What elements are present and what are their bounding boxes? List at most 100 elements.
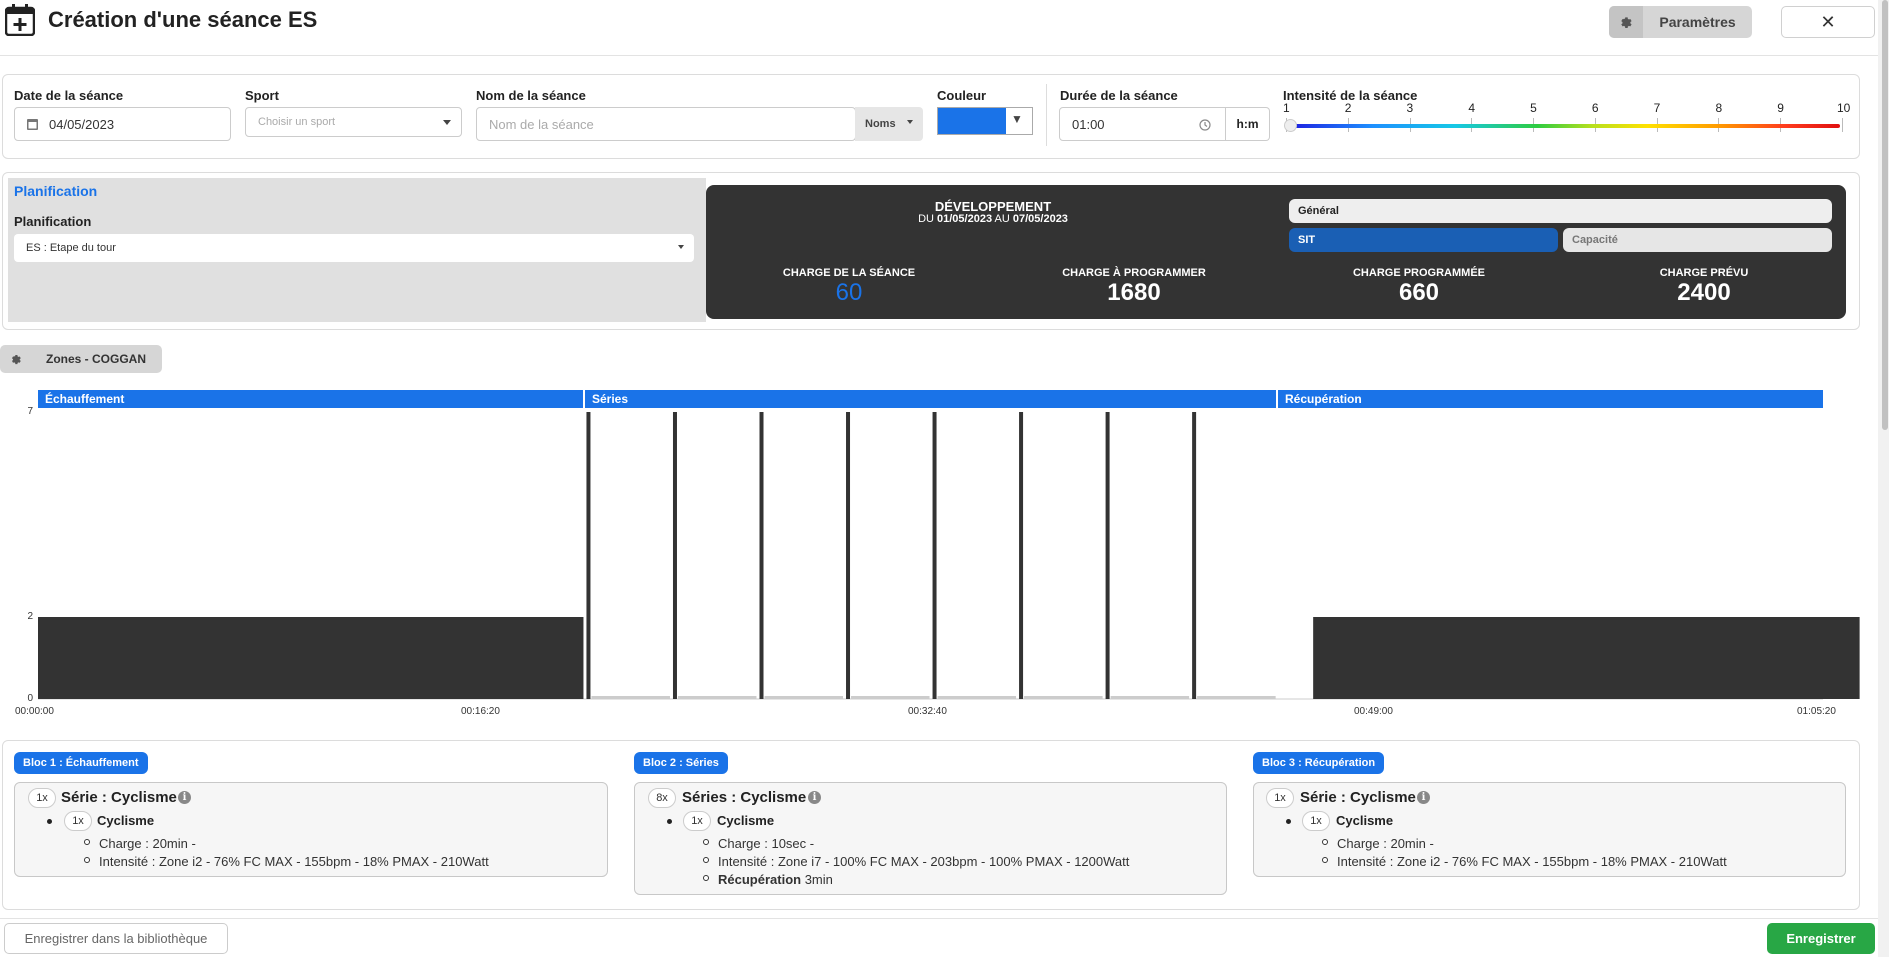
- duration-unit: h:m: [1226, 107, 1270, 141]
- effort-bar: [586, 412, 591, 699]
- gear-icon: [1609, 6, 1643, 38]
- bullet: [1322, 857, 1328, 863]
- session-name-placeholder: Nom de la séance: [489, 116, 594, 132]
- intensity-tick-label: 8: [1715, 101, 1723, 115]
- recovery-bar: [1024, 696, 1103, 699]
- session-name-input[interactable]: Nom de la séance: [476, 107, 856, 141]
- kpi-value: 60: [835, 279, 863, 306]
- zones-button[interactable]: Zones - COGGAN: [0, 345, 162, 373]
- serie-title: Série : Cyclisme: [61, 789, 177, 806]
- recovery-bar: [937, 696, 1017, 699]
- duration-value: 01:00: [1072, 116, 1105, 132]
- effort-bar: [1105, 412, 1110, 699]
- names-dropdown-label: Noms: [865, 118, 896, 130]
- planification-summary: DÉVELOPPEMENT DU 01/05/2023 AU 07/05/202…: [706, 185, 1846, 319]
- duration-input[interactable]: 01:00: [1059, 107, 1226, 141]
- calendar-icon: [27, 119, 38, 130]
- save-to-library-button[interactable]: Enregistrer dans la bibliothèque: [4, 923, 228, 954]
- session-name-label: Nom de la séance: [476, 88, 586, 103]
- period-dates: DU 01/05/2023 AU 07/05/2023: [706, 213, 1280, 225]
- form-divider: [1046, 84, 1047, 146]
- kpi-charge-programmee: CHARGE PROGRAMMÉE 660: [1289, 267, 1549, 307]
- sub-serie-title: Cyclisme: [97, 813, 155, 828]
- planification-selected: ES : Etape du tour: [26, 242, 116, 254]
- bloc-badge: Bloc 3 : Récupération: [1253, 752, 1385, 774]
- bullet: [1286, 819, 1291, 824]
- period-au: AU: [994, 213, 1010, 225]
- chevron-down-icon: [443, 120, 451, 125]
- x-tick-label: 00:16:20: [461, 706, 500, 717]
- info-icon[interactable]: i: [178, 791, 191, 804]
- sport-label: Sport: [245, 88, 279, 103]
- intensity-tick-mark: [1842, 118, 1843, 132]
- kpi-value: 660: [1398, 279, 1440, 306]
- recovery-value: 3min: [804, 872, 833, 887]
- bloc-badge: Bloc 1 : Échauffement: [14, 752, 148, 774]
- x-tick-label: 00:00:00: [15, 706, 54, 717]
- planification-section-title: Planification: [14, 183, 98, 199]
- parameters-button[interactable]: Paramètres: [1609, 6, 1752, 38]
- color-picker[interactable]: ▼: [937, 107, 1033, 135]
- x-tick-label: 01:05:20: [1797, 706, 1836, 717]
- kpi-charge-a-programmer: CHARGE À PROGRAMMER 1680: [1004, 267, 1264, 307]
- info-icon[interactable]: i: [808, 791, 821, 804]
- kpi-label: CHARGE PRÉVU: [1659, 267, 1749, 279]
- recovery-bar: [1197, 696, 1276, 699]
- charge-text: Charge : 10sec -: [718, 836, 815, 851]
- y-tick-label: 7: [27, 406, 33, 417]
- calendar-plus-icon: [5, 4, 35, 36]
- bullet: [703, 857, 709, 863]
- repetition-badge: 1x: [683, 811, 711, 831]
- intensity-slider-handle[interactable]: [1284, 119, 1297, 132]
- names-dropdown[interactable]: Noms: [855, 107, 923, 141]
- tab-general[interactable]: Général: [1289, 199, 1832, 223]
- sub-serie-title: Cyclisme: [1336, 813, 1394, 828]
- charge-text: Charge : 20min -: [99, 836, 196, 851]
- bullet: [47, 819, 52, 824]
- zones-label: Zones - COGGAN: [46, 352, 147, 366]
- kpi-charge-prevu: CHARGE PRÉVU 2400: [1574, 267, 1834, 307]
- bullet: [703, 875, 709, 881]
- period-title: DÉVELOPPEMENT: [934, 199, 1052, 214]
- intensity-tick-label: 1: [1283, 101, 1290, 115]
- recovery-bar: [851, 696, 930, 699]
- period-end: 07/05/2023: [1012, 213, 1068, 225]
- intensity-text: Intensité : Zone i2 - 76% FC MAX - 155bp…: [99, 854, 489, 869]
- tab-sit[interactable]: SIT: [1289, 228, 1558, 252]
- bullet: [667, 819, 672, 824]
- info-icon[interactable]: i: [1417, 791, 1430, 804]
- planification-select[interactable]: ES : Etape du tour: [14, 234, 694, 262]
- bloc-badge: Bloc 2 : Séries: [634, 752, 728, 774]
- recovery-text: Récupération 3min: [718, 872, 833, 887]
- date-label: Date de la séance: [14, 88, 124, 103]
- repetition-badge: 1x: [1302, 811, 1330, 831]
- y-tick-label: 0: [27, 693, 33, 704]
- intensity-tick-label: 4: [1468, 101, 1476, 115]
- date-input[interactable]: 04/05/2023: [14, 107, 231, 141]
- parameters-label: Paramètres: [1659, 14, 1736, 30]
- close-button[interactable]: ✕: [1781, 6, 1875, 38]
- date-value: 04/05/2023: [49, 116, 115, 132]
- scrollbar-thumb[interactable]: [1882, 0, 1888, 430]
- intensity-tick-label: 9: [1777, 101, 1784, 115]
- tab-capacite[interactable]: Capacité: [1563, 228, 1832, 252]
- chevron-down-icon: ▼: [1011, 112, 1023, 126]
- effort-bar: [672, 412, 677, 699]
- page-title: Création d'une séance ES: [48, 7, 318, 32]
- intensity-text: Intensité : Zone i2 - 76% FC MAX - 155bp…: [1337, 854, 1727, 869]
- intensity-slider[interactable]: [1290, 124, 1840, 128]
- bullet: [1322, 839, 1328, 845]
- save-button[interactable]: Enregistrer: [1767, 923, 1875, 954]
- color-label: Couleur: [937, 88, 987, 103]
- app-window: Création d'une séance ES Paramètres ✕ Da…: [0, 0, 1889, 957]
- footer: [0, 918, 1878, 957]
- intensity-text: Intensité : Zone i7 - 100% FC MAX - 203b…: [718, 854, 1130, 869]
- recovery-bar: [591, 696, 670, 699]
- sport-select[interactable]: Choisir un sport: [245, 107, 462, 137]
- repetition-badge: 8x: [648, 788, 676, 808]
- x-tick-label: 00:32:40: [908, 706, 947, 717]
- recovery-bar: [677, 696, 757, 699]
- cooldown-bar: [1313, 617, 1860, 699]
- intensity-tick-label: 10: [1837, 101, 1851, 115]
- color-swatch: [938, 108, 1006, 134]
